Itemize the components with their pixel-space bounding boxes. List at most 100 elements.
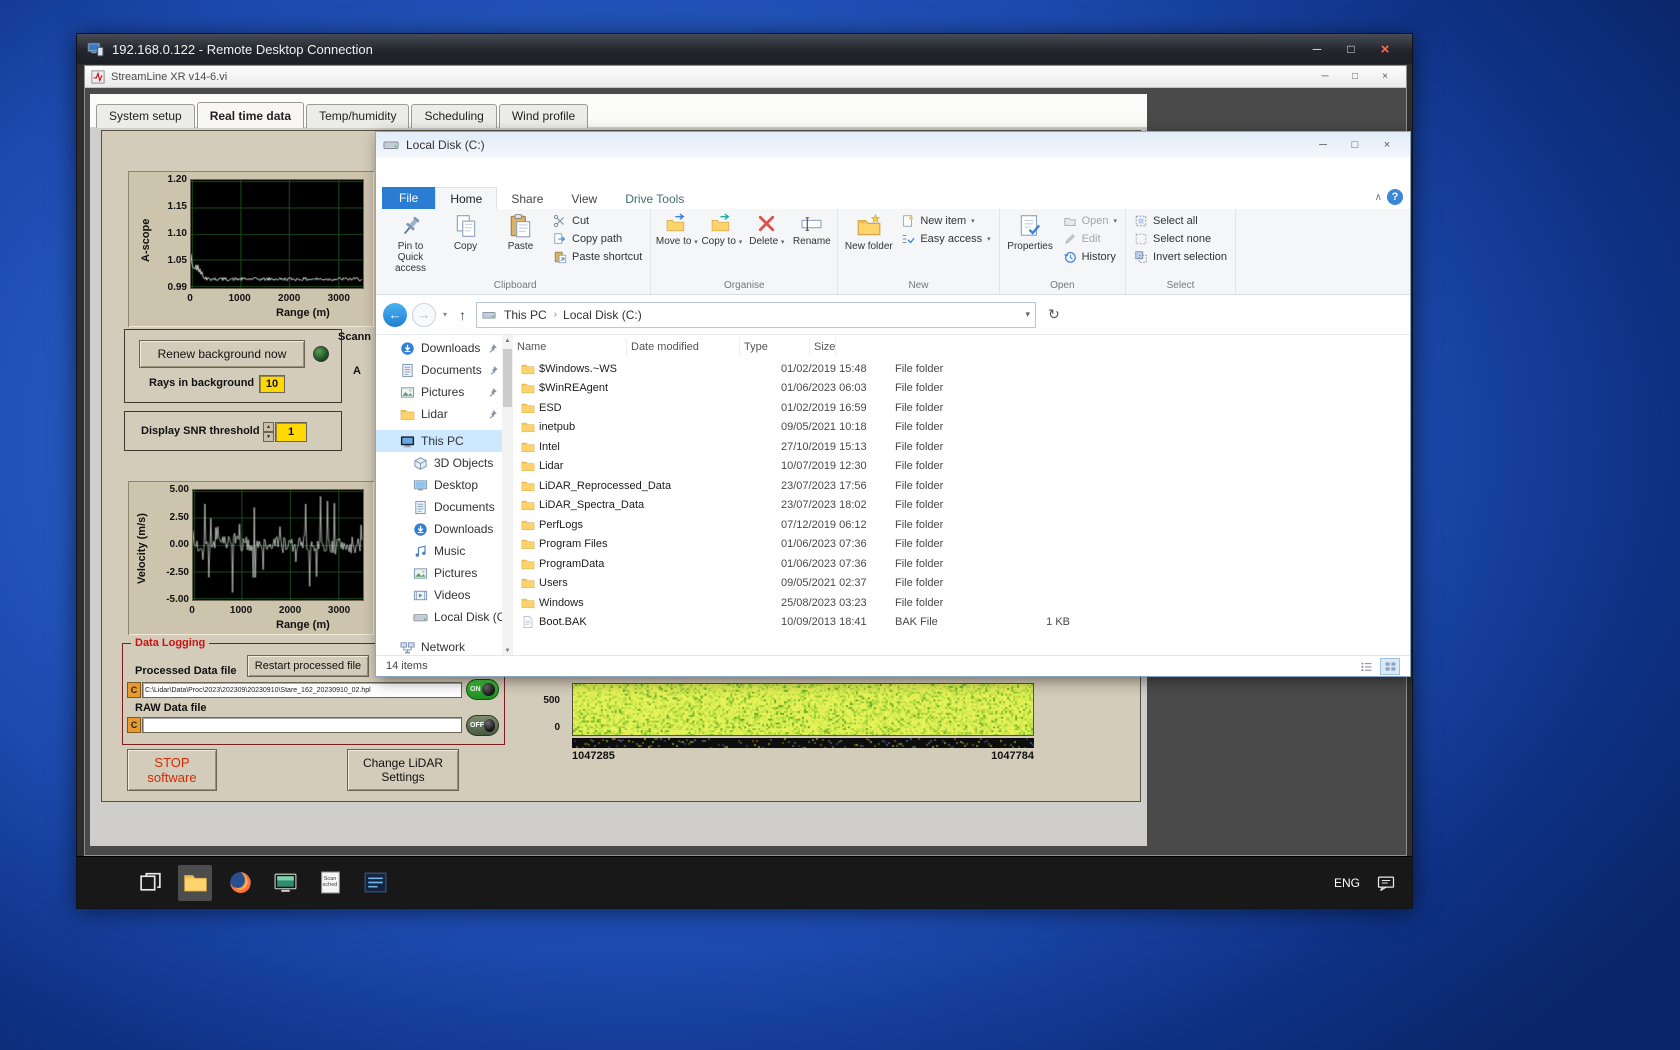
history-dropdown-icon[interactable]: ▾ — [441, 310, 449, 319]
taskbar-icon[interactable] — [223, 865, 257, 901]
explorer-maximize-button[interactable]: □ — [1339, 135, 1371, 155]
sidebar-item[interactable]: Pictures — [376, 381, 513, 403]
back-button[interactable]: ← — [383, 302, 407, 327]
ribbon-button[interactable]: Delete ▾ — [744, 209, 789, 280]
ribbon-button-small[interactable]: History ▾ — [1058, 250, 1122, 264]
ribbon-button[interactable]: Copy — [438, 209, 493, 280]
file-row[interactable]: ProgramData 01/06/2023 07:36 File folder — [513, 554, 1410, 574]
file-row[interactable]: Windows 25/08/2023 03:23 File folder — [513, 593, 1410, 613]
explorer-titlebar[interactable]: Local Disk (C:) ─ □ × — [376, 132, 1410, 158]
processed-data-file-path[interactable]: C:\Lidar\Data\Proc\2023\202309\20230910\… — [142, 682, 462, 698]
rays-in-background-field[interactable]: 10 — [259, 375, 285, 393]
file-row[interactable]: Lidar 10/07/2019 12:30 File folder — [513, 457, 1410, 477]
ribbon-button[interactable]: Paste — [493, 209, 548, 280]
snr-threshold-field[interactable]: 1 — [275, 422, 307, 442]
ribbon-button[interactable]: Rename ▾ — [789, 209, 834, 280]
ribbon-button-small[interactable]: New item ▾ — [896, 214, 995, 228]
forward-button[interactable]: → — [412, 302, 436, 327]
sidebar-item[interactable]: Music — [376, 540, 513, 562]
ribbon-button-small[interactable]: Open ▾ — [1058, 214, 1122, 228]
rdp-close-button[interactable]: × — [1368, 38, 1402, 60]
file-row[interactable]: PerfLogs 07/12/2019 06:12 File folder — [513, 515, 1410, 535]
ribbon-button[interactable]: New folder — [841, 209, 896, 280]
sidebar-item[interactable]: Documents — [376, 496, 513, 518]
ribbon-button-small[interactable]: Select all — [1129, 214, 1232, 228]
file-row[interactable]: $WinREAgent 01/06/2023 06:03 File folder — [513, 379, 1410, 399]
app-tab[interactable]: System setup — [96, 104, 195, 128]
file-row[interactable]: Boot.BAK 10/09/2013 18:41 BAK File 1 KB — [513, 613, 1410, 633]
ribbon-tab[interactable]: View — [557, 188, 611, 209]
ribbon-button-small[interactable]: Copy path ▾ — [548, 232, 647, 246]
app-tab[interactable]: Real time data — [196, 102, 305, 128]
language-indicator[interactable]: ENG — [1334, 876, 1360, 890]
taskbar-icon[interactable] — [178, 864, 212, 901]
ribbon-button-small[interactable]: Invert selection — [1129, 250, 1232, 264]
ribbon-tab[interactable]: Share — [497, 188, 557, 209]
ribbon-button[interactable]: Pin to Quick access — [383, 209, 438, 280]
explorer-close-button[interactable]: × — [1371, 135, 1403, 155]
streamline-titlebar[interactable]: StreamLine XR v14-6.vi ─ □ × — [85, 66, 1406, 88]
raw-data-file-path[interactable] — [142, 717, 462, 733]
app-minimize-button[interactable]: ─ — [1310, 68, 1340, 86]
file-row[interactable]: inetpub 09/05/2021 10:18 File folder — [513, 418, 1410, 438]
file-row[interactable]: Users 09/05/2021 02:37 File folder — [513, 574, 1410, 594]
ribbon-button[interactable]: Properties — [1003, 209, 1058, 280]
ribbon-tab[interactable]: File — [382, 187, 436, 209]
taskbar-icon[interactable] — [358, 865, 392, 901]
app-tab[interactable]: Temp/humidity — [306, 104, 410, 128]
ribbon-collapse-icon[interactable]: ∧ — [1375, 192, 1382, 203]
file-row[interactable]: ESD 01/02/2019 16:59 File folder — [513, 398, 1410, 418]
scrollbar-thumb[interactable] — [503, 349, 512, 407]
rdp-maximize-button[interactable]: □ — [1334, 38, 1368, 60]
snr-threshold-stepper[interactable]: ▲ ▼ — [263, 422, 274, 442]
scroll-up-icon[interactable]: ▲ — [505, 335, 511, 347]
taskbar-icon[interactable] — [133, 865, 167, 901]
sidebar-item[interactable]: Pictures — [376, 562, 513, 584]
explorer-minimize-button[interactable]: ─ — [1307, 135, 1339, 155]
rdp-minimize-button[interactable]: ─ — [1300, 38, 1334, 60]
file-row[interactable]: $Windows.~WS 01/02/2019 15:48 File folde… — [513, 359, 1410, 379]
sidebar-item[interactable]: Documents — [376, 359, 513, 381]
ribbon-tab[interactable]: Drive Tools — [611, 188, 698, 209]
sidebar-item[interactable]: 3D Objects — [376, 452, 513, 474]
column-header[interactable]: Type — [740, 338, 810, 356]
ribbon-button[interactable]: Move to ▾ — [654, 209, 699, 280]
column-header[interactable]: Date modified — [627, 338, 740, 356]
notification-icon[interactable] — [1376, 873, 1396, 893]
raw-logging-toggle[interactable]: OFF — [466, 715, 499, 736]
file-row[interactable]: LiDAR_Reprocessed_Data 23/07/2023 17:56 … — [513, 476, 1410, 496]
breadcrumb-item[interactable]: Local Disk (C:) › — [560, 308, 645, 322]
stop-software-button[interactable]: STOP software — [127, 749, 217, 791]
file-row[interactable]: LiDAR_Spectra_Data 23/07/2023 18:02 File… — [513, 496, 1410, 516]
ribbon-button-small[interactable]: Select none — [1129, 232, 1232, 246]
ribbon-tab[interactable]: Home — [435, 187, 498, 209]
sidebar-item[interactable]: Local Disk (C:) — [376, 606, 513, 628]
sidebar-scrollbar[interactable]: ▲ ▼ — [502, 335, 513, 657]
change-lidar-settings-button[interactable]: Change LiDAR Settings — [347, 749, 459, 791]
up-button[interactable]: ↑ — [454, 307, 471, 323]
help-icon[interactable]: ? — [1387, 189, 1403, 205]
rdp-titlebar[interactable]: 192.168.0.122 - Remote Desktop Connectio… — [77, 34, 1412, 64]
app-tab[interactable]: Wind profile — [498, 104, 589, 128]
stepper-up-icon[interactable]: ▲ — [263, 422, 274, 432]
address-box[interactable]: This PC › Local Disk (C:) › ▾ — [476, 301, 1037, 328]
app-maximize-button[interactable]: □ — [1340, 68, 1370, 86]
app-close-button[interactable]: × — [1370, 68, 1400, 86]
sidebar-item[interactable]: Videos — [376, 584, 513, 606]
refresh-icon[interactable]: ↻ — [1041, 306, 1067, 323]
taskbar-icon[interactable]: Scan sched — [313, 865, 347, 901]
column-header[interactable]: Name — [513, 338, 627, 356]
sidebar-item[interactable]: This PC — [376, 430, 513, 452]
sidebar-item[interactable]: Desktop — [376, 474, 513, 496]
renew-background-button[interactable]: Renew background now — [139, 340, 305, 368]
sidebar-item[interactable]: Downloads — [376, 518, 513, 540]
ribbon-button-small[interactable]: Cut ▾ — [548, 214, 647, 228]
ribbon-button-small[interactable]: Edit ▾ — [1058, 232, 1122, 246]
app-tab[interactable]: Scheduling — [411, 104, 497, 128]
sidebar-item[interactable]: Lidar — [376, 403, 513, 425]
ribbon-button[interactable]: Copy to ▾ — [699, 209, 744, 280]
restart-processed-file-button[interactable]: Restart processed file — [247, 655, 369, 677]
ribbon-button-small[interactable]: Easy access ▾ — [896, 232, 995, 246]
taskbar-icon[interactable] — [268, 865, 302, 901]
breadcrumb-item[interactable]: This PC › — [501, 308, 560, 322]
